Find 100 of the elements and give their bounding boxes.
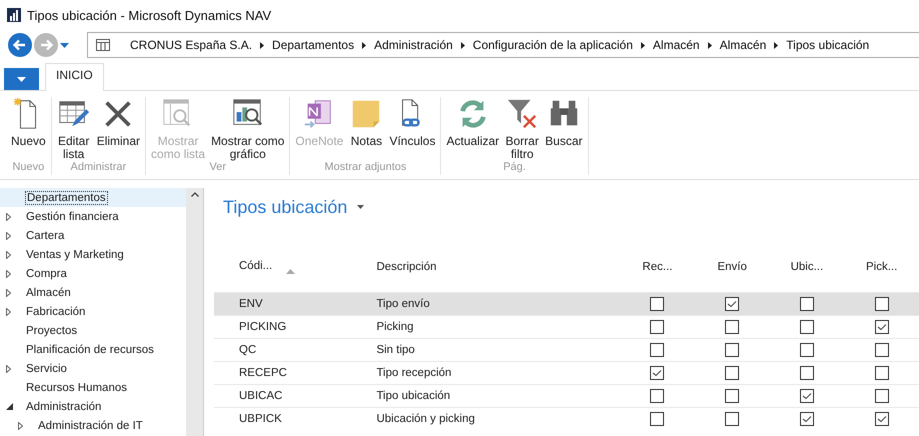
breadcrumb-link[interactable]: Tipos ubicación	[786, 38, 870, 52]
ribbon-button[interactable]: Borrar filtro	[502, 97, 542, 161]
checked-checkbox[interactable]	[800, 388, 814, 402]
checkbox[interactable]	[874, 296, 889, 310]
table-cell: Tipo recepción	[376, 366, 452, 378]
expanded-arrow-icon	[6, 403, 13, 410]
scrollbar[interactable]	[186, 188, 203, 436]
checkbox[interactable]	[725, 342, 740, 356]
checkbox[interactable]	[725, 320, 740, 334]
navigation-item[interactable]: Cartera	[0, 226, 186, 245]
navigation-item[interactable]: Proyectos	[0, 321, 186, 340]
navigation-item[interactable]: Servicio	[0, 359, 186, 378]
dropdown-caret-icon[interactable]	[357, 205, 364, 209]
ribbon-button[interactable]: Vínculos	[386, 97, 438, 161]
navigation-item[interactable]: Ventas y Marketing	[0, 245, 186, 264]
table-cell: UBPICK	[239, 412, 282, 425]
ribbon-button[interactable]: Editar lista	[54, 97, 94, 161]
collapsed-arrow-icon	[6, 212, 11, 220]
table-cell: Tipo envío	[376, 298, 430, 310]
navigation-item[interactable]: Compra	[0, 264, 186, 283]
checkbox[interactable]	[650, 296, 664, 310]
checkbox[interactable]	[800, 296, 814, 310]
checked-checkbox[interactable]	[725, 296, 740, 310]
ribbon-tab[interactable]: INICIO	[45, 63, 104, 91]
column-header[interactable]: Descripción	[376, 260, 437, 273]
table-row[interactable]: RECEPC Tipo recepción	[214, 361, 919, 384]
breadcrumb-link[interactable]: CRONUS España S.A.	[130, 38, 252, 52]
separator-arrow-icon	[774, 42, 778, 48]
breadcrumb-link[interactable]: Departamentos	[272, 38, 354, 52]
table-cell: UBICAC	[239, 390, 282, 402]
column-header[interactable]: Envío	[717, 260, 747, 273]
column-header[interactable]: Ubic...	[790, 260, 824, 273]
navigation-item[interactable]: Recursos Humanos	[0, 378, 186, 397]
checked-checkbox[interactable]	[800, 412, 814, 426]
caret-icon	[17, 76, 26, 82]
checkbox[interactable]	[650, 412, 664, 426]
table-cell: Tipo ubicación	[376, 390, 450, 402]
collapsed-arrow-icon	[6, 308, 11, 316]
checkbox[interactable]	[650, 388, 664, 402]
checked-checkbox[interactable]	[874, 320, 889, 334]
checkbox[interactable]	[725, 388, 740, 402]
navigation-item[interactable]: Planificación de recursos	[0, 340, 186, 359]
separator-arrow-icon	[362, 42, 366, 48]
checked-checkbox[interactable]	[650, 366, 664, 380]
checkbox[interactable]	[874, 388, 889, 402]
column-header[interactable]: Rec...	[642, 260, 672, 273]
table-row[interactable]: QC Sin tipo	[214, 338, 919, 361]
address-bar[interactable]: CRONUS España S.A. Departamentos Administración Configuración de la aplicación Almacén Almacén Tipos ubicación	[87, 32, 919, 58]
navigation-item[interactable]: Gestión financiera	[0, 207, 186, 226]
ribbon-button[interactable]: Eliminar	[94, 97, 144, 161]
breadcrumb-link[interactable]: Configuración de la aplicación	[472, 38, 633, 52]
checkbox[interactable]	[725, 366, 740, 380]
table-row[interactable]: PICKING Picking	[214, 315, 919, 338]
checkbox[interactable]	[874, 342, 889, 356]
ribbon-button[interactable]: Buscar	[542, 97, 586, 161]
collapsed-arrow-icon	[6, 250, 11, 258]
navigation-item[interactable]: Departamentos	[0, 188, 186, 207]
checkbox[interactable]	[800, 342, 814, 356]
app-logo-icon	[7, 8, 21, 22]
table-cell: Picking	[376, 320, 414, 332]
checkbox[interactable]	[874, 366, 889, 380]
checkbox[interactable]	[725, 412, 740, 426]
group-label: Administrar	[70, 161, 126, 175]
back-button-icon[interactable]	[8, 33, 32, 57]
dropdown-caret-icon[interactable]	[60, 42, 69, 48]
ribbon-button[interactable]: Nuevo	[8, 97, 49, 161]
table-cell: Ubicación y picking	[376, 412, 475, 425]
breadcrumb-link[interactable]: Almacén	[652, 38, 700, 52]
table-cell: ENV	[239, 298, 263, 310]
navigation-item[interactable]: Administración	[0, 397, 186, 416]
grid-icon	[96, 39, 110, 51]
table-cell: PICKING	[239, 320, 286, 332]
navigation-item[interactable]: Administración de IT	[0, 416, 186, 435]
table-cell: QC	[239, 344, 256, 356]
table-row[interactable]: UBPICK Ubicación y picking	[214, 407, 919, 430]
application-menu-button[interactable]	[4, 68, 39, 90]
table-row[interactable]: UBICAC Tipo ubicación	[214, 384, 919, 407]
breadcrumb-link[interactable]: Administración	[374, 38, 453, 52]
checked-checkbox[interactable]	[874, 412, 889, 426]
ribbon-button[interactable]: Mostrar como gráfico	[208, 97, 288, 161]
navigation-item[interactable]: Fabricación	[0, 302, 186, 321]
ribbon-button[interactable]: Actualizar	[443, 97, 502, 161]
ribbon-button[interactable]: Notas	[346, 97, 386, 161]
breadcrumb-link[interactable]: Almacén	[720, 38, 766, 52]
group-label: Pág.	[503, 161, 526, 175]
window-title: Tipos ubicación - Microsoft Dynamics NAV	[27, 8, 272, 22]
navigation-item[interactable]: Almacén	[0, 283, 186, 302]
separator-arrow-icon	[260, 42, 264, 48]
separator-arrow-icon	[460, 42, 465, 48]
checkbox[interactable]	[650, 320, 664, 334]
collapsed-arrow-icon	[6, 232, 11, 240]
checkbox[interactable]	[800, 320, 814, 334]
separator-arrow-icon	[640, 42, 645, 48]
group-label: Nuevo	[12, 161, 44, 175]
page-title: Tipos ubicación	[223, 196, 348, 218]
scroll-up-icon[interactable]	[190, 192, 198, 197]
column-header[interactable]: Pick...	[866, 260, 898, 273]
checkbox[interactable]	[650, 342, 664, 356]
checkbox[interactable]	[800, 366, 814, 380]
column-header[interactable]: Códi...	[239, 260, 272, 272]
